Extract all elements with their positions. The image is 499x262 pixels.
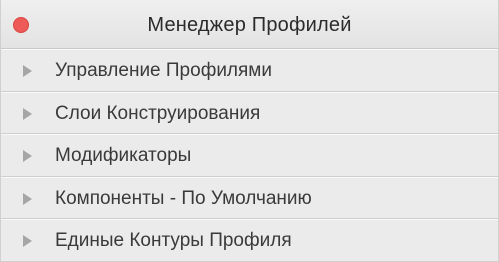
disclosure-triangle-icon[interactable] <box>23 235 32 248</box>
section-label: Компоненты - По Умолчанию <box>55 187 312 209</box>
section-label: Слои Конструирования <box>55 102 261 124</box>
window-title: Менеджер Профилей <box>147 14 352 36</box>
disclosure-triangle-icon[interactable] <box>23 107 32 120</box>
disclosure-triangle-icon[interactable] <box>23 192 32 205</box>
section-label: Единые Контуры Профиля <box>55 230 292 252</box>
section-row-construction-layers[interactable]: Слои Конструирования <box>1 91 498 135</box>
title-bar[interactable]: Менеджер Профилей <box>1 0 498 49</box>
section-row-profile-management[interactable]: Управление Профилями <box>1 49 498 92</box>
section-row-modifiers[interactable]: Модификаторы <box>1 134 498 177</box>
disclosure-triangle-icon[interactable] <box>23 65 32 77</box>
section-label: Модификаторы <box>55 145 192 167</box>
section-list: Управление Профилями Слои Конструировани… <box>1 49 498 262</box>
section-row-components-default[interactable]: Компоненты - По Умолчанию <box>1 176 498 220</box>
section-row-unified-profile-contours[interactable]: Единые Контуры Профиля <box>1 219 498 262</box>
profile-manager-panel: Менеджер Профилей Управление Профилями С… <box>0 0 499 262</box>
disclosure-triangle-icon[interactable] <box>23 150 32 163</box>
section-label: Управление Профилями <box>55 60 272 81</box>
